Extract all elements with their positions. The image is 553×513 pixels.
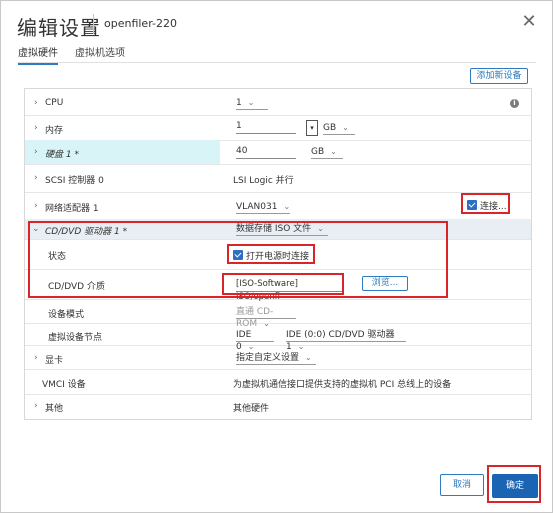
row-virtual-node: 虚拟设备节点 IDE 0 ⌄ IDE (0:0) CD/DVD 驱动器 1 ⌄ <box>25 323 531 352</box>
ide-node-select[interactable]: IDE (0:0) CD/DVD 驱动器 1 ⌄ <box>286 329 406 352</box>
other-label: 其他 <box>45 404 64 414</box>
chevron-right-icon[interactable]: › <box>34 123 38 133</box>
row-vmci: VMCI 设备 为虚拟机通信接口提供支持的虚拟机 PCI 总线上的设备 <box>25 369 531 395</box>
row-device-mode: 设备模式 直通 CD-ROM ⌄ <box>25 299 531 329</box>
annotation-box-power-on <box>227 244 315 264</box>
title-separator <box>93 14 94 34</box>
vmci-label: VMCI 设备 <box>42 380 86 390</box>
vmci-value: 为虚拟机通信接口提供支持的虚拟机 PCI 总线上的设备 <box>233 380 452 390</box>
memory-stepper-icon[interactable]: ▾ <box>306 120 318 136</box>
chevron-right-icon[interactable]: › <box>34 201 38 211</box>
row-network: › 网络适配器 1 VLAN031 ⌄ 连接... <box>25 192 531 220</box>
disk-size-input[interactable]: 40 <box>236 145 296 159</box>
annotation-box-media <box>222 273 344 295</box>
video-label: 显卡 <box>45 356 64 366</box>
memory-label: 内存 <box>45 126 64 136</box>
hard-disk-label: 硬盘 1 * <box>45 150 79 160</box>
vm-name: openfiler-220 <box>104 17 177 30</box>
add-device-button[interactable]: 添加新设备 <box>470 68 528 84</box>
cpu-label: CPU <box>45 98 64 108</box>
info-icon[interactable]: i <box>510 99 519 108</box>
other-value: 其他硬件 <box>233 404 270 414</box>
row-hard-disk: › 硬盘 1 * 40 GB ⌄ <box>25 140 531 165</box>
chevron-right-icon[interactable]: › <box>34 147 38 157</box>
annotation-box-connect <box>461 193 510 214</box>
network-select[interactable]: VLAN031 ⌄ <box>236 201 290 214</box>
cpu-select[interactable]: 1 ⌄ <box>236 97 268 110</box>
chevron-right-icon[interactable]: › <box>34 401 38 411</box>
row-cpu: › CPU 1 ⌄ i <box>25 89 531 116</box>
row-memory: › 内存 1 ▾ GB ⌄ <box>25 115 531 141</box>
network-label: 网络适配器 1 <box>45 204 99 214</box>
cancel-button[interactable]: 取消 <box>440 474 484 496</box>
tab-vm-options[interactable]: 虚拟机选项 <box>75 44 125 63</box>
chevron-right-icon[interactable]: › <box>34 353 38 363</box>
memory-unit-select[interactable]: GB ⌄ <box>323 122 355 135</box>
device-mode-select[interactable]: 直通 CD-ROM ⌄ <box>236 306 296 329</box>
scsi-label: SCSI 控制器 0 <box>45 176 104 186</box>
scsi-value: LSI Logic 并行 <box>233 176 294 186</box>
video-select[interactable]: 指定自定义设置 ⌄ <box>236 352 316 365</box>
chevron-right-icon[interactable]: › <box>34 98 38 108</box>
close-icon[interactable]: ✕ <box>521 13 537 31</box>
memory-input[interactable]: 1 <box>236 120 296 134</box>
disk-unit-select[interactable]: GB ⌄ <box>311 146 343 159</box>
ok-button[interactable]: 确定 <box>492 474 538 498</box>
tabs-divider <box>17 62 536 63</box>
virtual-node-label: 虚拟设备节点 <box>48 333 103 343</box>
row-video: › 显卡 指定自定义设置 ⌄ <box>25 345 531 370</box>
chevron-right-icon[interactable]: › <box>34 173 38 183</box>
device-mode-label: 设备模式 <box>48 310 85 320</box>
ide-controller-select[interactable]: IDE 0 ⌄ <box>236 329 274 352</box>
row-other: › 其他 其他硬件 <box>25 394 531 418</box>
row-scsi: › SCSI 控制器 0 LSI Logic 并行 <box>25 164 531 193</box>
dialog-title: 编辑设置 <box>17 16 101 40</box>
